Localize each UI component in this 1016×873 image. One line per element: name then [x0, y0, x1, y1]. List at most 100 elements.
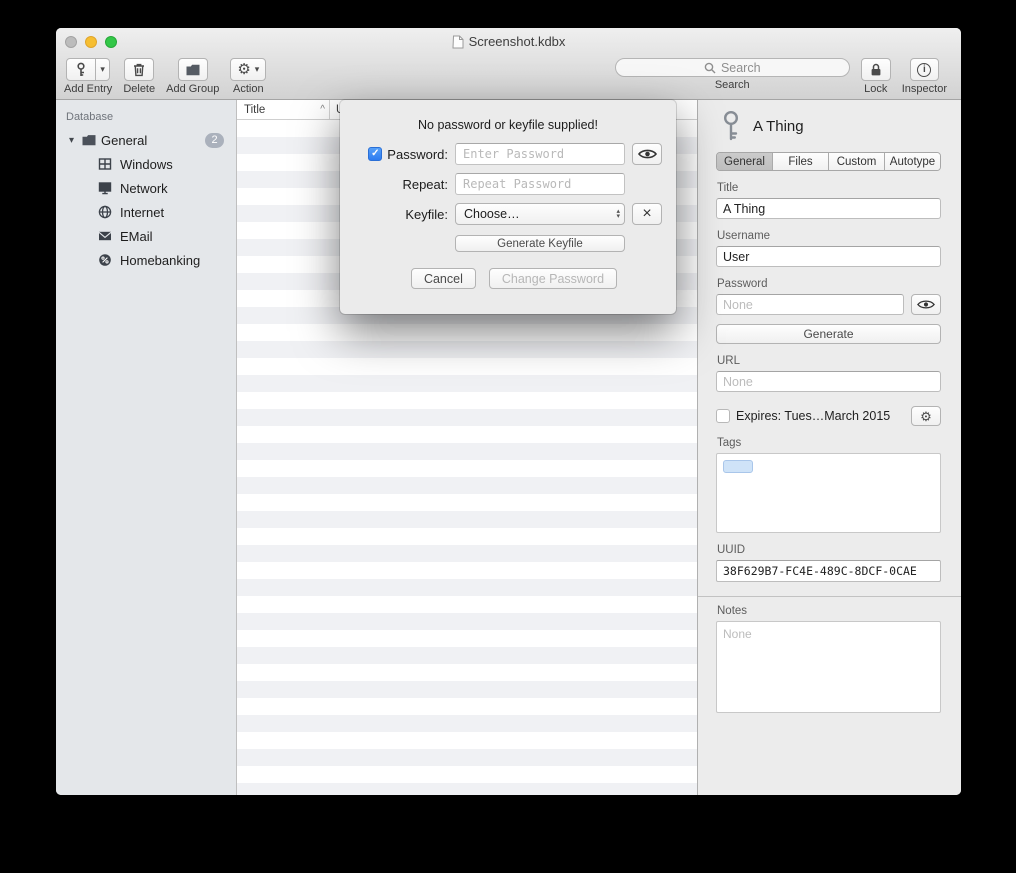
sidebar-item-label: Internet [120, 205, 164, 220]
info-icon: i [917, 63, 931, 77]
sidebar-item-windows[interactable]: Windows [56, 152, 236, 176]
lock-label: Lock [864, 83, 887, 95]
sidebar-item-label: Network [120, 181, 168, 196]
title-input[interactable] [716, 198, 941, 219]
add-group-label: Add Group [166, 83, 219, 95]
key-icon [720, 110, 742, 142]
search-label: Search [715, 79, 750, 91]
sidebar-group-general[interactable]: ▾ General 2 [56, 128, 236, 152]
window-title: Screenshot.kdbx [469, 34, 566, 49]
generate-keyfile-button[interactable]: Generate Keyfile [455, 235, 625, 252]
column-header-title[interactable]: Title ^ [237, 100, 330, 119]
titlebar[interactable]: Screenshot.kdbx [56, 28, 961, 55]
title-field-label: Title [717, 182, 941, 194]
sidebar-item-network[interactable]: Network [56, 176, 236, 200]
notes-section: Notes [698, 596, 961, 716]
add-group-button[interactable] [178, 58, 208, 81]
url-field-label: URL [717, 355, 941, 367]
keyfile-popup-value: Choose… [464, 207, 616, 221]
column-title-label: Title [244, 104, 265, 116]
zoom-button[interactable] [105, 36, 117, 48]
add-entry-button[interactable] [66, 58, 96, 81]
search-input[interactable]: Search [615, 58, 850, 77]
tab-autotype[interactable]: Autotype [884, 153, 940, 170]
inspector-button[interactable]: i [910, 58, 939, 81]
repeat-label-group: Repeat: [344, 177, 448, 192]
entry-title: A Thing [753, 118, 804, 135]
generate-password-button[interactable]: Generate [716, 324, 941, 344]
sidebar-item-email[interactable]: EMail [56, 224, 236, 248]
key-icon [73, 62, 89, 78]
keyfile-popup[interactable]: Choose… ▴ ▾ [455, 203, 625, 225]
inspector-panel: A Thing General Files Custom Autotype Ti… [697, 100, 961, 795]
tab-custom[interactable]: Custom [828, 153, 884, 170]
repeat-password-input[interactable] [455, 173, 625, 195]
tag-chip[interactable] [723, 460, 753, 473]
action-button[interactable]: ⚙ ▾ [230, 58, 266, 81]
chevron-down-icon: ▾ [255, 65, 260, 74]
uuid-field[interactable] [716, 560, 941, 582]
disclosure-triangle-icon[interactable]: ▾ [66, 135, 77, 146]
lock-icon [868, 62, 884, 78]
sidebar-item-homebanking[interactable]: Homebanking [56, 248, 236, 272]
group-count-badge: 2 [205, 133, 224, 148]
clear-keyfile-button[interactable]: × [632, 203, 662, 225]
search-placeholder: Search [721, 61, 761, 75]
tab-files[interactable]: Files [772, 153, 828, 170]
delete-button[interactable] [124, 58, 154, 81]
chevron-down-icon: ▾ [100, 65, 105, 74]
sidebar: Database ▾ General 2 Windows Network [56, 100, 237, 795]
action-group: ⚙ ▾ Action [230, 58, 266, 95]
username-field-label: Username [717, 230, 941, 242]
trash-icon [131, 62, 147, 78]
toolbar: ▾ Add Entry Delete Add [56, 55, 961, 99]
windows-icon [97, 156, 113, 172]
envelope-icon [97, 228, 113, 244]
inspector-header: A Thing [716, 100, 941, 152]
add-entry-group: ▾ Add Entry [64, 58, 112, 95]
app-window: Screenshot.kdbx ▾ Add Entry [56, 28, 961, 795]
dialog-message: No password or keyfile supplied! [340, 118, 676, 132]
sidebar-item-label: Windows [120, 157, 173, 172]
sidebar-header: Database [56, 108, 236, 128]
password-input[interactable] [716, 294, 904, 315]
delete-group: Delete [123, 58, 155, 95]
action-label: Action [233, 83, 264, 95]
uuid-field-label: UUID [717, 544, 941, 556]
close-button[interactable] [65, 36, 77, 48]
minimize-button[interactable] [85, 36, 97, 48]
sidebar-group-label: General [101, 133, 147, 148]
change-password-dialog: No password or keyfile supplied! ✓ Passw… [340, 100, 676, 314]
enter-password-input[interactable] [455, 143, 625, 165]
reveal-password-button[interactable] [911, 294, 941, 315]
add-entry-dropdown-button[interactable]: ▾ [96, 58, 110, 81]
stepper-down-icon: ▾ [616, 214, 620, 220]
tab-general[interactable]: General [717, 153, 772, 170]
tags-box[interactable] [716, 453, 941, 533]
expires-checkbox[interactable] [716, 409, 730, 423]
username-input[interactable] [716, 246, 941, 267]
inspector-tabs: General Files Custom Autotype [716, 152, 941, 171]
eye-icon [638, 148, 657, 160]
expires-row: Expires: Tues…March 2015 ⚙ [716, 406, 941, 426]
add-entry-label: Add Entry [64, 83, 112, 95]
password-checkbox[interactable]: ✓ [368, 147, 382, 161]
notes-input[interactable] [716, 621, 941, 713]
document-icon [452, 35, 464, 49]
sidebar-item-internet[interactable]: Internet [56, 200, 236, 224]
expires-settings-button[interactable]: ⚙ [911, 406, 941, 426]
close-x-icon: × [642, 205, 651, 223]
show-password-button[interactable] [632, 143, 662, 165]
password-label-group: ✓ Password: [344, 147, 448, 162]
inspector-toggle-group: i Inspector [902, 58, 947, 95]
keyfile-label: Keyfile: [405, 207, 448, 222]
lock-group: Lock [861, 58, 891, 95]
change-password-button[interactable]: Change Password [489, 268, 617, 289]
eye-icon [917, 299, 935, 310]
lock-button[interactable] [861, 58, 891, 81]
password-field-label: Password [717, 278, 941, 290]
url-input[interactable] [716, 371, 941, 392]
add-group-group: Add Group [166, 58, 219, 95]
globe-icon [97, 204, 113, 220]
cancel-button[interactable]: Cancel [411, 268, 476, 289]
